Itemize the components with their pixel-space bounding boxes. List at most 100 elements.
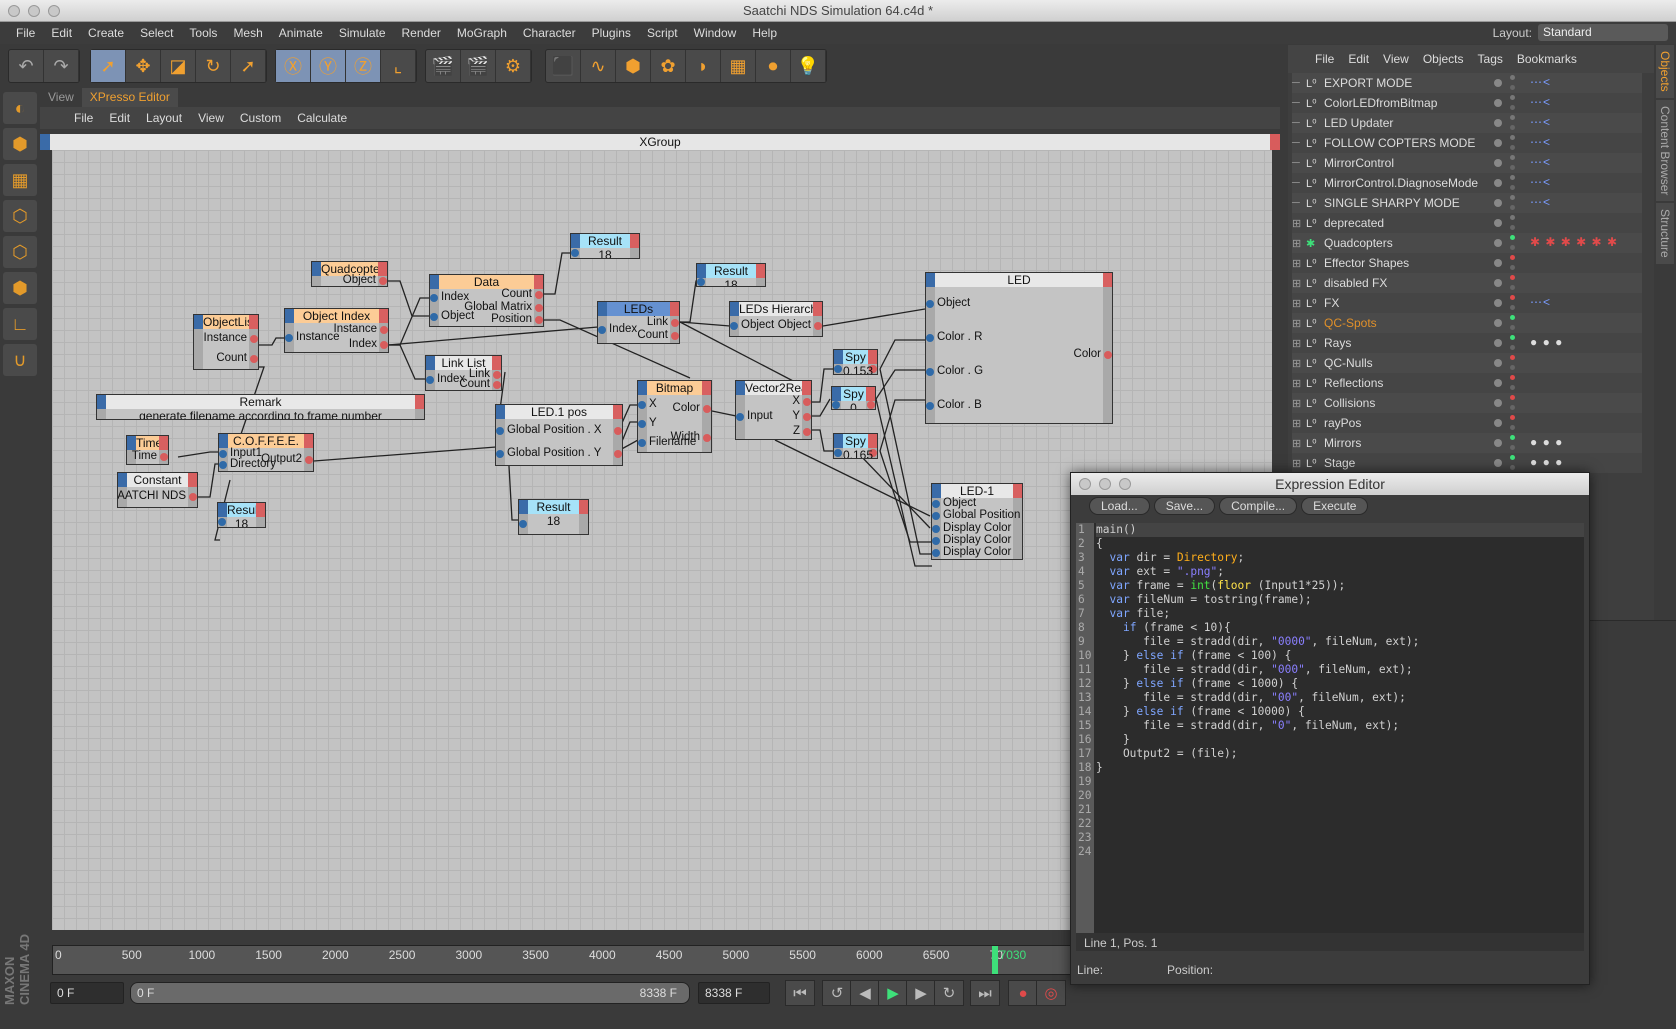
node-remark[interactable]: Remark generate filename according to fra… — [96, 394, 425, 420]
render-visibility-dot[interactable] — [1510, 215, 1515, 220]
make-editable-icon[interactable]: ◐ — [3, 92, 37, 124]
editor-visibility-dot[interactable] — [1494, 179, 1502, 187]
input-port-dot[interactable] — [219, 449, 227, 458]
object-row[interactable]: ─ L⁰ ColorLEDfromBitmap ⋯< — [1292, 93, 1642, 113]
input-port-dot[interactable] — [219, 461, 227, 470]
output-port-dot[interactable] — [1104, 351, 1112, 359]
om-menu-objects[interactable]: Objects — [1416, 52, 1471, 66]
menu-help[interactable]: Help — [744, 26, 785, 40]
menu-mograph[interactable]: MoGraph — [449, 26, 515, 40]
input-port-dot[interactable] — [932, 536, 940, 545]
menu-script[interactable]: Script — [639, 26, 686, 40]
output-port-dot[interactable] — [814, 322, 822, 330]
material-tag-icon[interactable]: ● ● ● — [1530, 335, 1563, 349]
compile-button[interactable]: Compile... — [1219, 497, 1298, 515]
render-visibility-dot-lower[interactable] — [1510, 125, 1515, 130]
record-key-icon[interactable]: ● — [1008, 980, 1038, 1006]
editor-visibility-dot[interactable] — [1494, 139, 1502, 147]
node-led-1-pos[interactable]: LED.1 pos Global Position . X Global Posit… — [495, 404, 623, 466]
output-port[interactable]: Object — [778, 319, 822, 332]
input-port-dot[interactable] — [496, 426, 504, 435]
input-port-dot[interactable] — [932, 512, 940, 521]
output-port-dot[interactable] — [614, 449, 622, 458]
input-port[interactable]: Object — [932, 497, 976, 510]
xpresso-tag-icon[interactable]: ⋯< — [1530, 135, 1551, 149]
render-visibility-dot[interactable] — [1510, 395, 1515, 400]
xpresso-tag-icon[interactable]: ⋯< — [1530, 195, 1551, 209]
redo-icon[interactable]: ↷ — [44, 50, 79, 82]
undo-icon[interactable]: ↶ — [9, 50, 44, 82]
render-picture-viewer-icon[interactable]: 🎬 — [461, 50, 496, 82]
xpresso-menu-view[interactable]: View — [190, 111, 232, 125]
input-port-dot[interactable] — [730, 322, 738, 330]
output-port[interactable]: Link — [647, 316, 679, 329]
editor-visibility-dot[interactable] — [1494, 399, 1502, 407]
node-leds-hierarchy[interactable]: LEDs Hierarchy Object Object — [729, 301, 823, 337]
output-port-dot[interactable] — [250, 355, 258, 363]
object-name[interactable]: EXPORT MODE — [1324, 76, 1479, 90]
output-port[interactable]: Count — [459, 378, 501, 390]
output-port[interactable]: Global Matrix — [464, 301, 543, 314]
node-link-list[interactable]: Link List Index Link Count — [425, 355, 502, 391]
input-port[interactable]: Color . G — [926, 365, 983, 378]
object-name[interactable]: rayPos — [1324, 416, 1479, 430]
object-row[interactable]: ⊞ L⁰ Rays ● ● ● — [1292, 333, 1642, 353]
expand-icon[interactable]: ⊞ — [1292, 297, 1306, 310]
menu-simulate[interactable]: Simulate — [331, 26, 394, 40]
input-port-dot[interactable] — [430, 312, 438, 321]
editor-visibility-dot[interactable] — [1494, 379, 1502, 387]
save-button[interactable]: Save... — [1153, 497, 1216, 515]
output-port-dot[interactable] — [703, 433, 711, 442]
object-name[interactable]: FOLLOW COPTERS MODE — [1324, 136, 1479, 150]
input-port-dot[interactable] — [598, 325, 606, 334]
node-bitmap[interactable]: Bitmap X Y Filename Color Width — [637, 380, 712, 453]
render-visibility-dot[interactable] — [1510, 195, 1515, 200]
output-port-dot[interactable] — [803, 398, 811, 407]
input-port[interactable]: Global Position . X — [496, 424, 602, 437]
input-port-dot[interactable] — [638, 419, 646, 428]
object-row[interactable]: ⊞ L⁰ Stage ● ● ● — [1292, 453, 1642, 473]
editor-visibility-dot[interactable] — [1494, 419, 1502, 427]
render-visibility-dot-lower[interactable] — [1510, 205, 1515, 210]
render-visibility-dot-lower[interactable] — [1510, 465, 1515, 470]
render-visibility-dot-lower[interactable] — [1510, 345, 1515, 350]
autokey-icon[interactable]: ◎ — [1036, 980, 1066, 1006]
render-visibility-dot[interactable] — [1510, 375, 1515, 380]
input-port-dot[interactable] — [218, 518, 226, 526]
render-visibility-dot-lower[interactable] — [1510, 145, 1515, 150]
cloner-tag-icon[interactable]: ✱ ✱ ✱ ✱ ✱ ✱ — [1530, 235, 1618, 249]
object-name[interactable]: Reflections — [1324, 376, 1479, 390]
editor-visibility-dot[interactable] — [1494, 259, 1502, 267]
input-port[interactable]: Y — [638, 417, 657, 430]
object-name[interactable]: deprecated — [1324, 216, 1479, 230]
node-led[interactable]: LED Object Color . R Color . G Color . B Colo… — [925, 272, 1113, 424]
edges-mode-icon[interactable]: ⬡ — [3, 236, 37, 268]
zoom-window-button[interactable] — [48, 5, 60, 17]
expand-icon[interactable]: ⊞ — [1292, 417, 1306, 430]
xpresso-tag-icon[interactable]: ⋯< — [1530, 155, 1551, 169]
input-port-dot[interactable] — [571, 249, 579, 257]
menu-render[interactable]: Render — [394, 26, 449, 40]
object-name[interactable]: Collisions — [1324, 396, 1479, 410]
move-icon[interactable]: ✥ — [126, 50, 161, 82]
menu-edit[interactable]: Edit — [43, 26, 80, 40]
input-port-dot[interactable] — [834, 365, 842, 373]
z-axis-icon[interactable]: Ⓩ — [346, 50, 381, 82]
close-window-button[interactable] — [8, 5, 20, 17]
node-object-index[interactable]: Object Index Instance Instance Index — [284, 308, 389, 353]
object-row[interactable]: ⊞ L⁰ Effector Shapes — [1292, 253, 1642, 273]
rotate-icon[interactable]: ↻ — [196, 50, 231, 82]
output-port[interactable]: Object — [343, 274, 387, 286]
object-row[interactable]: ⊞ L⁰ Mirrors ● ● ● — [1292, 433, 1642, 453]
editor-visibility-dot[interactable] — [1494, 299, 1502, 307]
object-row[interactable]: ⊞ L⁰ disabled FX — [1292, 273, 1642, 293]
output-port-dot[interactable] — [614, 426, 622, 435]
render-visibility-dot-lower[interactable] — [1510, 425, 1515, 430]
editor-visibility-dot[interactable] — [1494, 159, 1502, 167]
material-tag-icon[interactable]: ● ● ● — [1530, 455, 1563, 469]
editor-visibility-dot[interactable] — [1494, 199, 1502, 207]
render-visibility-dot-lower[interactable] — [1510, 405, 1515, 410]
object-name[interactable]: QC-Nulls — [1324, 356, 1479, 370]
layout-selector[interactable]: Layout: Standard — [1493, 24, 1668, 41]
menu-tools[interactable]: Tools — [181, 26, 225, 40]
